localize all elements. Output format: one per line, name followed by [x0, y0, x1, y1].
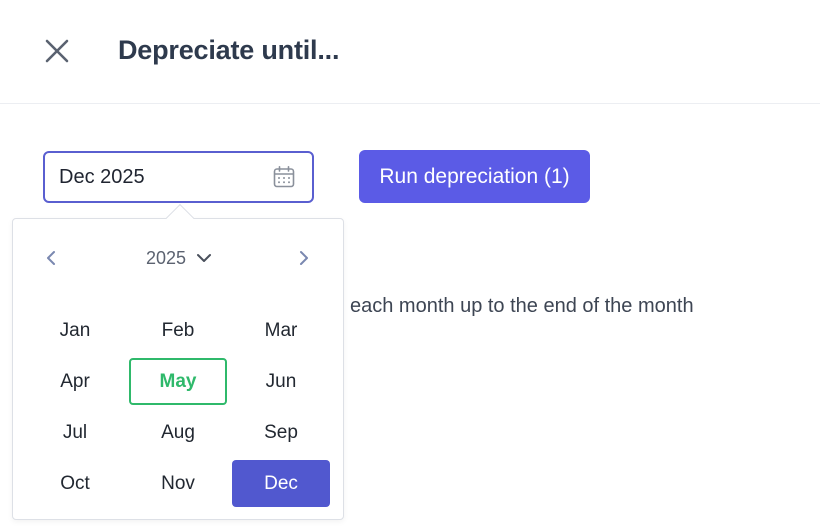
month-apr[interactable]: Apr	[26, 358, 124, 405]
next-year-button[interactable]	[293, 247, 315, 269]
month-dec[interactable]: Dec	[232, 460, 330, 507]
month-mar[interactable]: Mar	[232, 307, 330, 354]
chevron-down-icon	[197, 254, 212, 262]
date-input[interactable]	[59, 153, 259, 201]
month-sep[interactable]: Sep	[232, 409, 330, 456]
close-button[interactable]	[38, 32, 76, 70]
month-jan[interactable]: Jan	[26, 307, 124, 354]
month-jun[interactable]: Jun	[232, 358, 330, 405]
month-may[interactable]: May	[129, 358, 227, 405]
description-text: each month up to the end of the month	[350, 295, 694, 317]
month-aug[interactable]: Aug	[129, 409, 227, 456]
dialog-title: Depreciate until...	[118, 35, 340, 65]
year-dropdown[interactable]: 2025	[146, 246, 212, 270]
year-label: 2025	[146, 247, 187, 268]
date-field[interactable]	[43, 151, 314, 203]
dialog-header: Depreciate until...	[0, 0, 820, 104]
run-depreciation-button[interactable]: Run depreciation (1)	[359, 150, 590, 203]
calendar-icon[interactable]	[272, 165, 296, 189]
chevron-left-icon	[47, 251, 55, 265]
month-feb[interactable]: Feb	[129, 307, 227, 354]
previous-year-button[interactable]	[40, 247, 62, 269]
month-grid: Jan Feb Mar Apr May Jun Jul Aug Sep Oct …	[26, 307, 330, 507]
month-oct[interactable]: Oct	[26, 460, 124, 507]
month-jul[interactable]: Jul	[26, 409, 124, 456]
month-nov[interactable]: Nov	[129, 460, 227, 507]
close-icon	[45, 39, 69, 63]
chevron-right-icon	[300, 251, 308, 265]
